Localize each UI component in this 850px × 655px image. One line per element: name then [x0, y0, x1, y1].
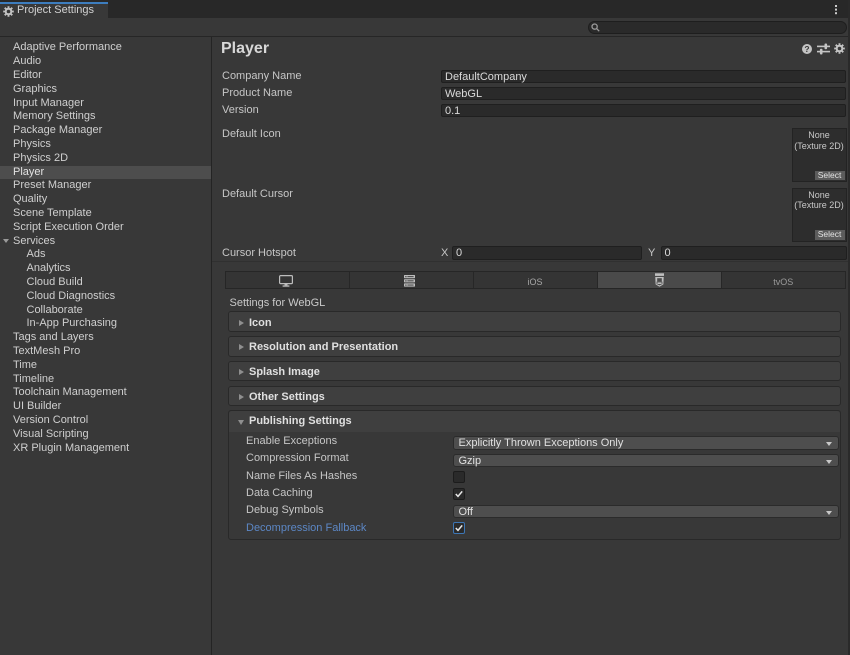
svg-text:?: ? [804, 44, 809, 54]
